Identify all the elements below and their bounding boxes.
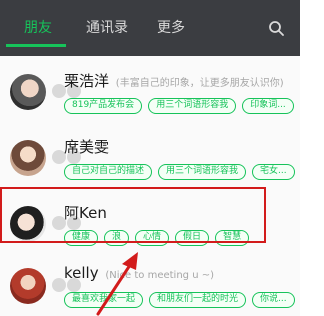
impression-tag[interactable]: 宅女... — [252, 164, 295, 180]
avatar[interactable] — [10, 140, 46, 176]
tab-contacts[interactable]: 通讯录 — [86, 0, 128, 56]
impression-tag[interactable]: 自己对自己的描述 — [64, 164, 153, 180]
search-icon[interactable] — [268, 20, 284, 36]
impression-tag[interactable]: 819产品发布会 — [64, 98, 143, 114]
active-tab-indicator — [6, 44, 66, 47]
friend-name: 席美雯 — [64, 136, 111, 157]
impression-tag[interactable]: 你说... — [252, 292, 295, 308]
friend-name: 栗浩洋 (丰富自己的印象，让更多朋友认识你) — [64, 70, 284, 91]
impression-tag[interactable]: 印象词... — [242, 98, 294, 114]
friend-signature: (丰富自己的印象，让更多朋友认识你) — [115, 78, 284, 89]
tag-list: 819产品发布会 用三个词语形容我 印象词... — [64, 98, 294, 114]
impression-tag[interactable]: 和朋友们一起的时光 — [149, 292, 247, 308]
tab-friends[interactable]: 朋友 — [24, 0, 52, 56]
friend-name-text: 席美雯 — [64, 138, 110, 156]
annotation-arrow-icon — [96, 252, 138, 316]
margin — [300, 0, 324, 316]
impression-tag[interactable]: 用三个词语形容我 — [158, 164, 247, 180]
avatar[interactable] — [10, 74, 46, 110]
app-frame: 朋友 通讯录 更多 栗浩洋 (丰富自己的印象，让更多朋友认识你) 819产品发布… — [0, 0, 300, 316]
friend-row[interactable]: 栗浩洋 (丰富自己的印象，让更多朋友认识你) 819产品发布会 用三个词语形容我… — [0, 66, 300, 130]
friend-name-text: 栗浩洋 — [64, 72, 110, 90]
tab-more[interactable]: 更多 — [157, 0, 185, 56]
top-tab-bar: 朋友 通讯录 更多 — [0, 0, 300, 56]
highlight-box — [0, 187, 266, 243]
avatar[interactable] — [10, 268, 46, 304]
impression-tag[interactable]: 用三个词语形容我 — [148, 98, 237, 114]
tag-list: 自己对自己的描述 用三个词语形容我 宅女... — [64, 164, 295, 180]
